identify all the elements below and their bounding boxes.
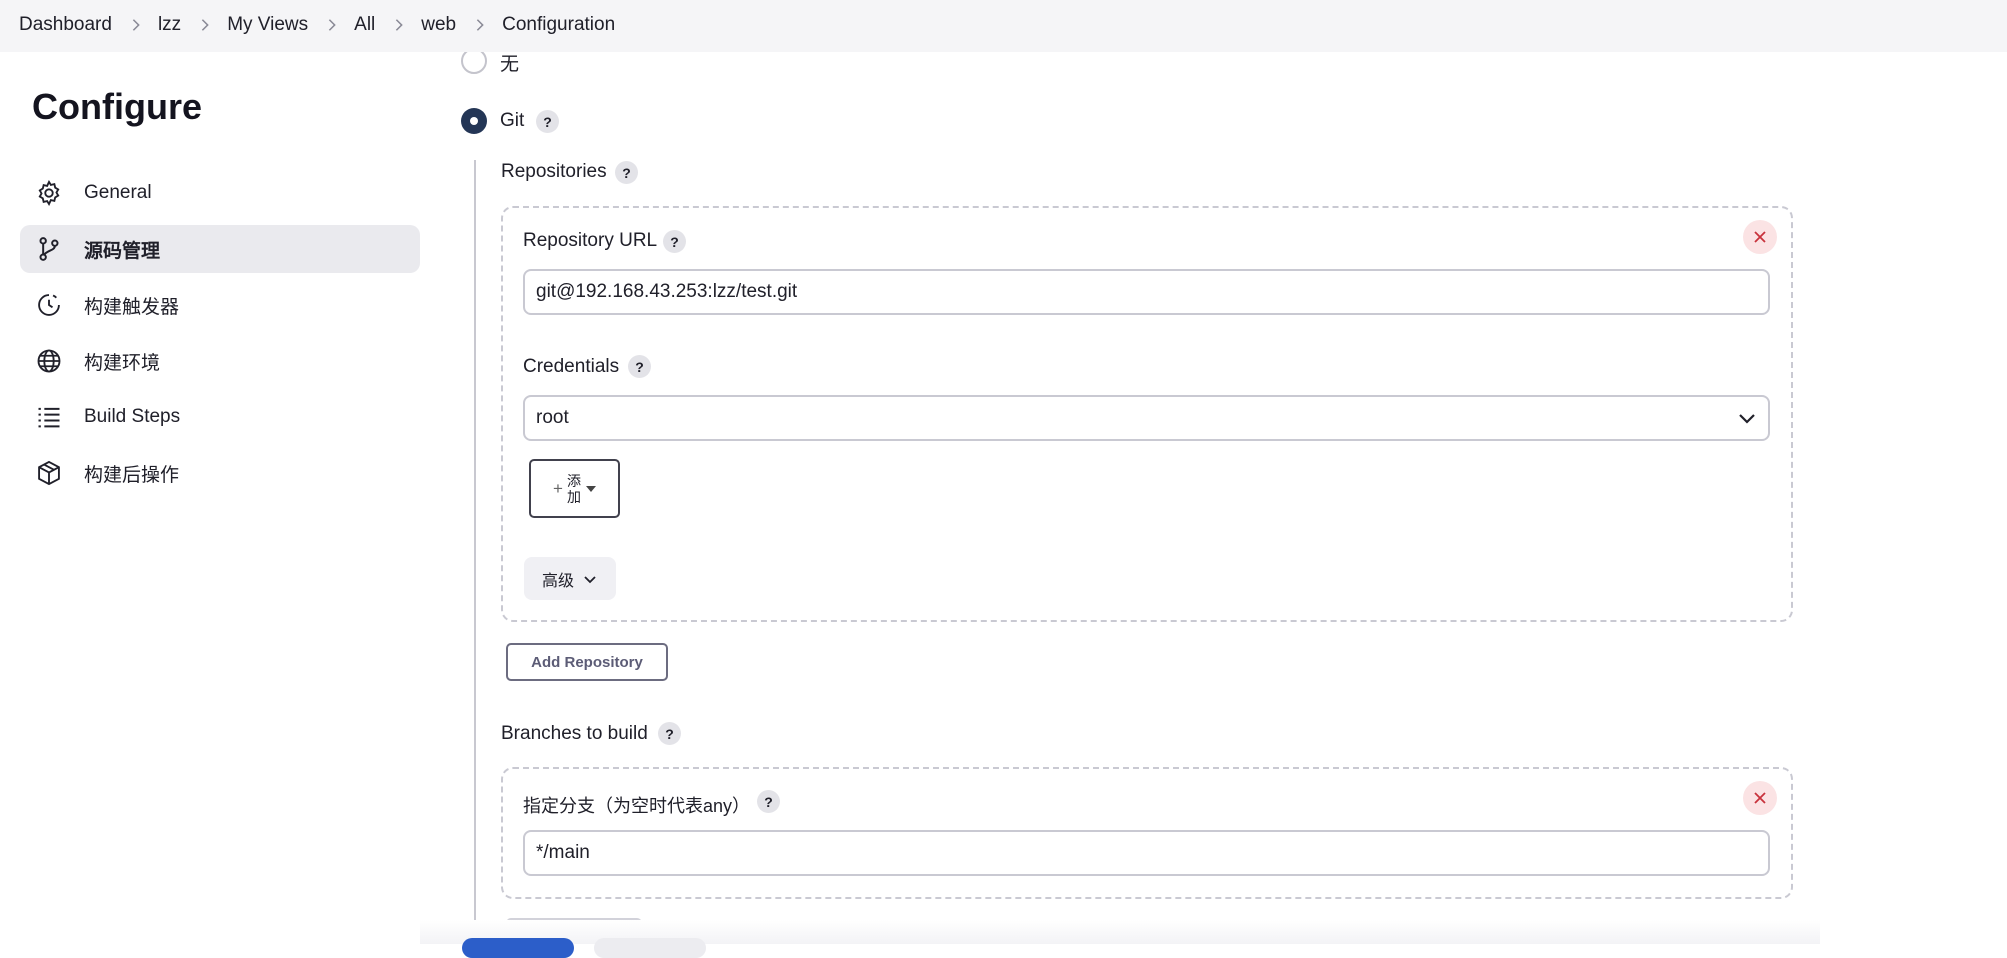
scm-git-label: Git xyxy=(500,110,525,131)
advanced-label: 高级 xyxy=(541,572,574,590)
branches-to-build-label: Branches to build xyxy=(501,723,648,744)
gear-icon xyxy=(34,178,64,208)
breadcrumb: Dashboard lzz My Views All web Configura… xyxy=(19,13,615,37)
breadcrumb-configuration: Configuration xyxy=(502,14,616,35)
branch-specifier-label: 指定分支（为空时代表any） xyxy=(523,796,751,816)
repository-url-input[interactable] xyxy=(523,269,1770,315)
section-indent-line xyxy=(474,160,476,944)
add-repository-button[interactable]: Add Repository xyxy=(506,643,668,681)
breadcrumb-web[interactable]: web xyxy=(421,14,456,36)
sidebar-item-label: 构建后操作 xyxy=(84,464,180,486)
sidebar-item-post-build-actions[interactable]: 构建后操作 xyxy=(20,449,420,497)
help-icon[interactable]: ? xyxy=(615,161,638,184)
add-credentials-button[interactable]: + 添加 xyxy=(529,459,620,518)
repository-url-label: Repository URL xyxy=(523,230,658,251)
clock-icon xyxy=(34,290,64,320)
add-credentials-label: 添加 xyxy=(566,472,581,505)
credentials-value: root xyxy=(536,407,569,428)
sidebar-item-build-triggers[interactable]: 构建触发器 xyxy=(20,281,420,329)
apply-button[interactable] xyxy=(594,938,706,958)
scm-none-label: 无 xyxy=(500,54,520,75)
breadcrumb-my-views[interactable]: My Views xyxy=(227,14,308,36)
close-icon xyxy=(1754,792,1766,804)
plus-icon: + xyxy=(553,478,563,498)
save-button[interactable] xyxy=(462,938,574,958)
page-title: Configure xyxy=(32,86,202,127)
advanced-button[interactable]: 高级 xyxy=(524,557,616,600)
repositories-label: Repositories xyxy=(501,161,607,182)
sidebar-item-label: Build Steps xyxy=(84,406,181,427)
credentials-label: Credentials xyxy=(523,356,620,377)
sidebar-item-general[interactable]: General xyxy=(20,169,420,217)
help-icon[interactable]: ? xyxy=(663,230,686,253)
sidebar-item-build-steps[interactable]: Build Steps xyxy=(20,393,420,441)
sidebar-item-label: 构建环境 xyxy=(84,352,161,374)
help-icon[interactable]: ? xyxy=(658,722,681,745)
scm-git-radio[interactable] xyxy=(461,108,487,134)
breadcrumb-dashboard[interactable]: Dashboard xyxy=(19,14,112,36)
branch-specifier-input[interactable] xyxy=(523,830,1770,876)
breadcrumb-lzz[interactable]: lzz xyxy=(158,14,181,36)
chevron-right-icon[interactable] xyxy=(384,13,414,37)
delete-branch-button[interactable] xyxy=(1743,781,1777,815)
sidebar-item-source-management[interactable]: 源码管理 xyxy=(20,225,420,273)
globe-icon xyxy=(34,346,64,376)
breadcrumb-bar: Dashboard lzz My Views All web Configura… xyxy=(0,0,2007,52)
package-icon xyxy=(34,458,64,488)
chevron-right-icon[interactable] xyxy=(121,13,151,37)
help-icon[interactable]: ? xyxy=(536,110,559,133)
close-icon xyxy=(1754,231,1766,243)
sidebar-item-label: General xyxy=(84,182,152,203)
chevron-right-icon[interactable] xyxy=(465,13,495,37)
credentials-select[interactable]: root xyxy=(523,395,1770,441)
git-branch-icon xyxy=(34,234,64,264)
delete-repository-button[interactable] xyxy=(1743,220,1777,254)
list-icon xyxy=(34,402,64,432)
help-icon[interactable]: ? xyxy=(757,790,780,813)
caret-down-icon xyxy=(585,485,596,492)
chevron-right-icon[interactable] xyxy=(317,13,347,37)
chevron-down-icon xyxy=(584,575,596,583)
chevron-down-icon xyxy=(1739,414,1755,424)
sidebar-item-label: 构建触发器 xyxy=(84,296,180,318)
chevron-right-icon[interactable] xyxy=(190,13,220,37)
sidebar-item-build-environment[interactable]: 构建环境 xyxy=(20,337,420,385)
breadcrumb-all[interactable]: All xyxy=(354,14,375,36)
help-icon[interactable]: ? xyxy=(628,355,651,378)
sidebar-item-label: 源码管理 xyxy=(84,240,161,262)
